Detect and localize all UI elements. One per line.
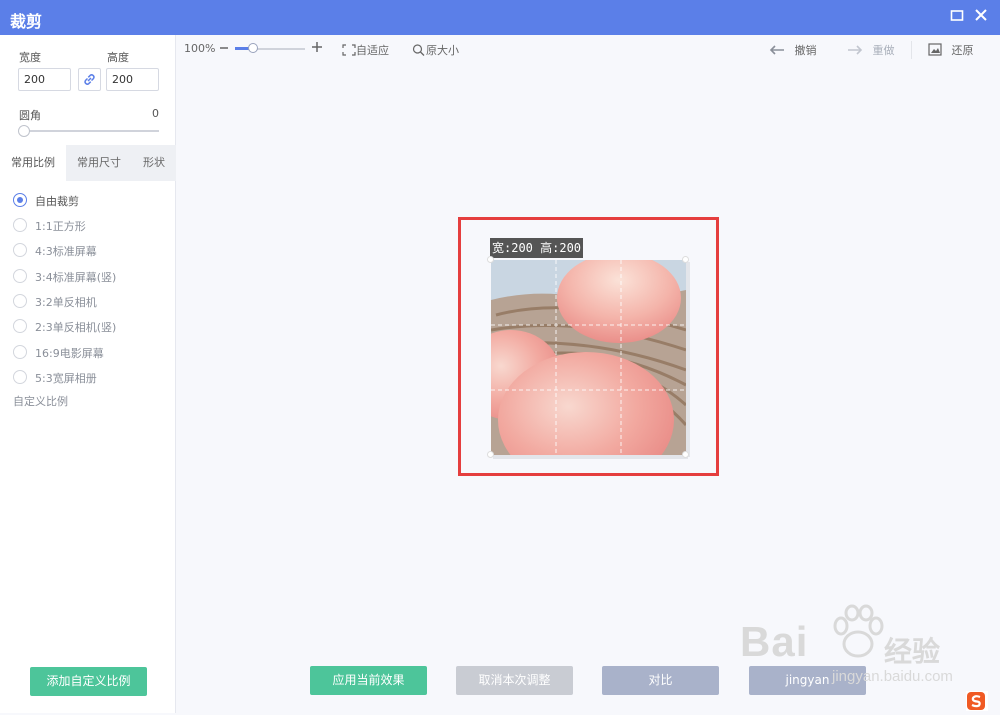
link-button[interactable] bbox=[78, 68, 101, 91]
custom-ratio-label: 自定义比例 bbox=[13, 395, 68, 408]
radio-icon bbox=[13, 269, 27, 283]
corner-slider-track[interactable] bbox=[19, 130, 159, 132]
original-size-button[interactable]: 原大小 bbox=[412, 42, 459, 58]
link-icon bbox=[84, 74, 95, 85]
title-bar: 裁剪 bbox=[0, 0, 1000, 35]
height-label: 高度 bbox=[107, 51, 129, 64]
image-shadow-right bbox=[686, 262, 690, 457]
paw-icon bbox=[832, 604, 884, 666]
radio-icon bbox=[13, 319, 27, 333]
radio-icon bbox=[13, 345, 27, 359]
tab-common-size[interactable]: 常用尺寸 bbox=[66, 145, 132, 181]
tab-common-ratio[interactable]: 常用比例 bbox=[0, 145, 66, 181]
redo-arrow-icon bbox=[848, 45, 863, 55]
redo-button[interactable]: 重做 bbox=[847, 42, 895, 58]
window-title: 裁剪 bbox=[10, 12, 43, 31]
minus-icon[interactable] bbox=[219, 39, 229, 59]
close-icon[interactable] bbox=[973, 8, 989, 26]
ratio-label: 3:4标准屏幕(竖) bbox=[35, 271, 117, 284]
ratio-label: 1:1正方形 bbox=[35, 220, 86, 233]
restore-label: 还原 bbox=[951, 44, 974, 57]
image-icon bbox=[928, 43, 942, 56]
toolbar: 100% 自适应 原大小 撤销 重做 还原 bbox=[176, 35, 1000, 65]
ratio-label: 自由裁剪 bbox=[35, 195, 79, 208]
ratio-label: 3:2单反相机 bbox=[35, 296, 97, 309]
width-input[interactable]: 200 bbox=[18, 68, 71, 91]
ratio-label: 2:3单反相机(竖) bbox=[35, 321, 117, 334]
magnifier-icon bbox=[412, 44, 425, 56]
original-size-label: 原大小 bbox=[426, 44, 459, 57]
tab-shape[interactable]: 形状 bbox=[132, 145, 176, 181]
ratio-tabs: 常用比例 常用尺寸 形状 bbox=[0, 145, 176, 181]
ratio-label: 4:3标准屏幕 bbox=[35, 245, 97, 258]
crop-handle-top-right[interactable] bbox=[682, 256, 689, 263]
apply-button[interactable]: 应用当前效果 bbox=[310, 666, 427, 695]
plus-icon[interactable] bbox=[311, 40, 323, 57]
radio-checked-icon bbox=[13, 193, 27, 207]
peach-photo bbox=[491, 260, 686, 455]
crop-handle-bottom-right[interactable] bbox=[682, 451, 689, 458]
corner-slider-knob[interactable] bbox=[18, 125, 30, 137]
watermark-brand: Bai bbox=[740, 618, 809, 665]
fit-button[interactable]: 自适应 bbox=[342, 42, 389, 58]
corner-value: 0 bbox=[152, 107, 159, 120]
sogou-icon[interactable] bbox=[966, 691, 988, 711]
restore-button[interactable]: 还原 bbox=[928, 42, 974, 58]
image-shadow-bottom bbox=[493, 455, 688, 459]
radio-icon bbox=[13, 294, 27, 308]
zoom-slider-knob[interactable] bbox=[248, 43, 258, 53]
crop-handle-bottom-left[interactable] bbox=[487, 451, 494, 458]
fit-icon bbox=[342, 44, 356, 56]
ratio-label: 5:3宽屏相册 bbox=[35, 372, 97, 385]
height-input[interactable]: 200 bbox=[106, 68, 159, 91]
watermark-brand-tail: 经验 bbox=[884, 636, 941, 667]
redo-label: 重做 bbox=[872, 44, 895, 57]
sidebar: 宽度 高度 200 200 圆角 0 常用比例 常用尺寸 形状 自由裁剪 1:1… bbox=[0, 35, 176, 713]
undo-label: 撤销 bbox=[794, 44, 817, 57]
zoom-level: 100% bbox=[184, 42, 216, 55]
radio-icon bbox=[13, 370, 27, 384]
dimension-label: 宽:200 高:200 bbox=[490, 238, 584, 258]
compare-button[interactable]: 对比 bbox=[602, 666, 719, 695]
fit-label: 自适应 bbox=[356, 44, 389, 57]
radio-icon bbox=[13, 218, 27, 232]
ratio-label: 16:9电影屏幕 bbox=[35, 347, 104, 360]
maximize-icon[interactable] bbox=[949, 8, 965, 26]
undo-arrow-icon bbox=[769, 45, 784, 55]
cancel-adjust-button[interactable]: 取消本次调整 bbox=[456, 666, 573, 695]
width-label: 宽度 bbox=[19, 51, 41, 64]
undo-button[interactable]: 撤销 bbox=[769, 42, 817, 58]
crop-image[interactable] bbox=[491, 260, 686, 455]
crop-handle-top-left[interactable] bbox=[487, 256, 494, 263]
add-custom-ratio-button[interactable]: 添加自定义比例 bbox=[30, 667, 147, 696]
watermark-url: jingyan.baidu.com bbox=[832, 668, 953, 685]
corner-label: 圆角 bbox=[19, 109, 41, 122]
toolbar-divider bbox=[911, 41, 912, 59]
radio-icon bbox=[13, 243, 27, 257]
